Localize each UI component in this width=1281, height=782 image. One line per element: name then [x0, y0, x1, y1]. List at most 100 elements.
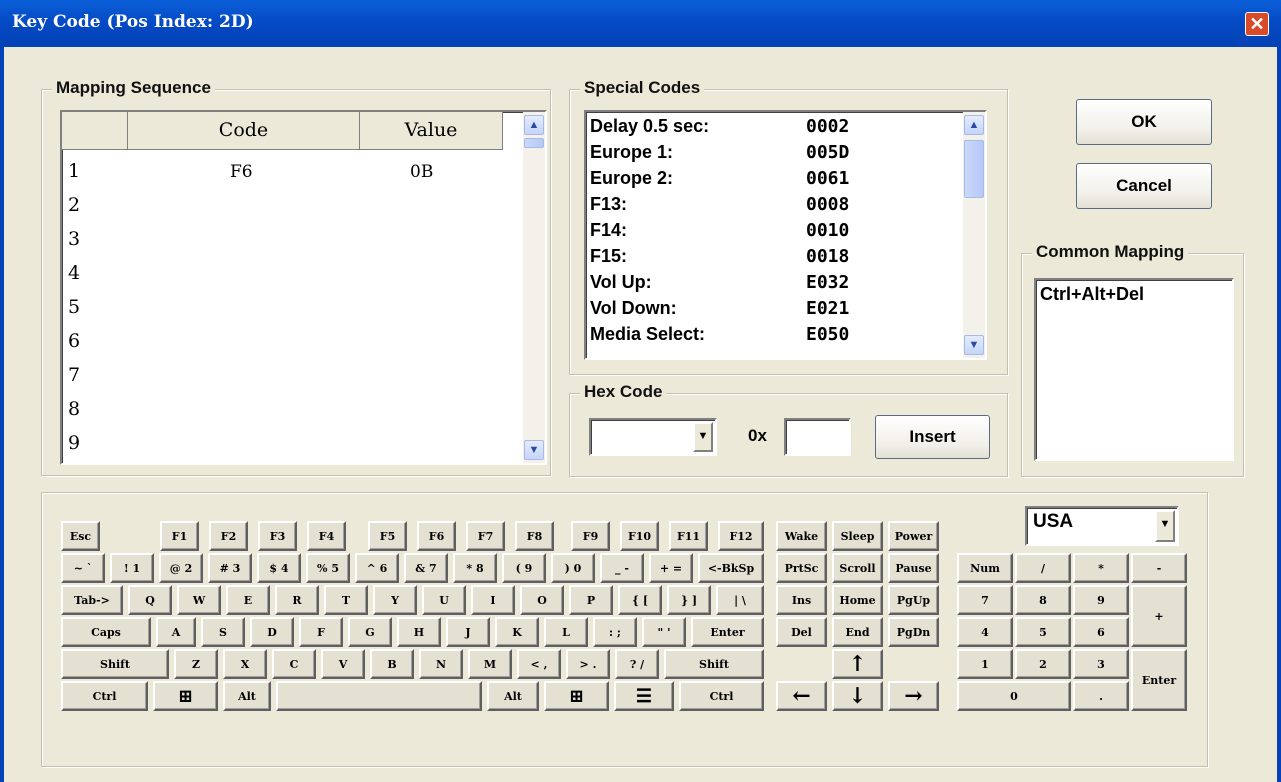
key-f7[interactable]: F7 — [466, 521, 505, 551]
key-num-divide[interactable]: / — [1015, 553, 1071, 583]
key-a[interactable]: A — [156, 617, 196, 647]
key-period[interactable]: > . — [566, 649, 610, 679]
list-item[interactable]: Vol Down: — [590, 298, 677, 319]
key-6[interactable]: ^ 6 — [355, 553, 399, 583]
key-pause[interactable]: Pause — [888, 553, 939, 583]
key-o[interactable]: O — [520, 585, 564, 615]
key-w[interactable]: W — [177, 585, 221, 615]
key-backspace[interactable]: <-BkSp — [698, 553, 764, 583]
list-item[interactable]: Europe 2: — [590, 168, 673, 189]
key-u[interactable]: U — [422, 585, 466, 615]
key-f4[interactable]: F4 — [307, 521, 346, 551]
keyboard-layout-select[interactable]: USA ▼ — [1025, 506, 1179, 546]
key-minus[interactable]: _ - — [600, 553, 644, 583]
key-end[interactable]: End — [832, 617, 883, 647]
key-num-subtract[interactable]: - — [1131, 553, 1187, 583]
key-del[interactable]: Del — [776, 617, 827, 647]
key-right-shift[interactable]: Shift — [664, 649, 764, 679]
key-esc[interactable]: Esc — [61, 521, 100, 551]
key-q[interactable]: Q — [128, 585, 172, 615]
key-f2[interactable]: F2 — [209, 521, 248, 551]
key-3[interactable]: # 3 — [208, 553, 252, 583]
key-num-6[interactable]: 6 — [1073, 617, 1129, 647]
key-comma[interactable]: < , — [517, 649, 561, 679]
key-v[interactable]: V — [321, 649, 365, 679]
key-f[interactable]: F — [299, 617, 343, 647]
key-f8[interactable]: F8 — [515, 521, 554, 551]
key-num-enter[interactable]: Enter — [1131, 649, 1187, 711]
key-4[interactable]: $ 4 — [257, 553, 301, 583]
key-l[interactable]: L — [544, 617, 588, 647]
hex-value-input[interactable] — [784, 418, 851, 456]
key-0[interactable]: ) 0 — [551, 553, 595, 583]
list-item[interactable]: Europe 1: — [590, 142, 673, 163]
key-f1[interactable]: F1 — [160, 521, 199, 551]
key-f5[interactable]: F5 — [368, 521, 407, 551]
row1-code-cell[interactable]: F6 — [230, 162, 253, 182]
key-right-alt[interactable]: Alt — [487, 681, 539, 711]
key-num-4[interactable]: 4 — [957, 617, 1013, 647]
key-j[interactable]: J — [446, 617, 490, 647]
common-mapping-list[interactable]: Ctrl+Alt+Del — [1034, 278, 1234, 461]
key-caps[interactable]: Caps — [61, 617, 151, 647]
key-backslash[interactable]: | \ — [716, 585, 764, 615]
list-item[interactable]: F15: — [590, 246, 627, 267]
key-left-ctrl[interactable]: Ctrl — [61, 681, 148, 711]
key-slash[interactable]: ? / — [615, 649, 659, 679]
key-tab[interactable]: Tab-> — [61, 585, 123, 615]
key-k[interactable]: K — [495, 617, 539, 647]
key-left-alt[interactable]: Alt — [223, 681, 271, 711]
key-num-add[interactable]: + — [1131, 585, 1187, 647]
grid-header-value[interactable]: Value — [360, 112, 503, 150]
key-f9[interactable]: F9 — [571, 521, 610, 551]
key-num-1[interactable]: 1 — [957, 649, 1013, 679]
key-num-5[interactable]: 5 — [1015, 617, 1071, 647]
key-wake[interactable]: Wake — [776, 521, 827, 551]
cancel-button[interactable]: Cancel — [1076, 163, 1212, 209]
key-pgdn[interactable]: PgDn — [888, 617, 939, 647]
key-pgup[interactable]: PgUp — [888, 585, 939, 615]
arrow-down-icon[interactable]: ↓ — [832, 681, 883, 711]
key-num-3[interactable]: 3 — [1073, 649, 1129, 679]
key-equal[interactable]: + = — [649, 553, 693, 583]
key-right-ctrl[interactable]: Ctrl — [679, 681, 764, 711]
key-f6[interactable]: F6 — [417, 521, 456, 551]
key-p[interactable]: P — [569, 585, 613, 615]
key-b[interactable]: B — [370, 649, 414, 679]
key-i[interactable]: I — [471, 585, 515, 615]
mapping-scrollbar[interactable]: ▲ ▼ — [523, 112, 545, 463]
key-space[interactable] — [276, 681, 482, 711]
arrow-up-icon[interactable]: ↑ — [832, 649, 883, 679]
key-semicolon[interactable]: : ; — [593, 617, 637, 647]
key-sleep[interactable]: Sleep — [832, 521, 883, 551]
key-e[interactable]: E — [226, 585, 270, 615]
key-2[interactable]: @ 2 — [159, 553, 203, 583]
key-quote[interactable]: " ' — [642, 617, 686, 647]
key-num-9[interactable]: 9 — [1073, 585, 1129, 615]
key-h[interactable]: H — [397, 617, 441, 647]
key-num-0[interactable]: 0 — [957, 681, 1071, 711]
key-num-decimal[interactable]: . — [1073, 681, 1129, 711]
key-8[interactable]: * 8 — [453, 553, 497, 583]
key-f12[interactable]: F12 — [718, 521, 764, 551]
scroll-up-icon[interactable]: ▲ — [964, 115, 984, 135]
key-tilde[interactable]: ~ ` — [61, 553, 105, 583]
key-1[interactable]: ! 1 — [110, 553, 154, 583]
scroll-up-icon[interactable]: ▲ — [524, 115, 544, 135]
hex-code-combo[interactable]: ▼ — [589, 418, 717, 456]
key-num-7[interactable]: 7 — [957, 585, 1013, 615]
special-codes-list[interactable]: Delay 0.5 sec: 0002 Europe 1: 005D Europe … — [584, 110, 987, 360]
key-scroll[interactable]: Scroll — [832, 553, 883, 583]
key-numlock[interactable]: Num — [957, 553, 1013, 583]
key-f3[interactable]: F3 — [258, 521, 297, 551]
key-enter[interactable]: Enter — [691, 617, 764, 647]
scroll-thumb[interactable] — [524, 138, 544, 148]
key-num-2[interactable]: 2 — [1015, 649, 1071, 679]
key-5[interactable]: % 5 — [306, 553, 350, 583]
key-prtsc[interactable]: PrtSc — [776, 553, 827, 583]
list-item[interactable]: F13: — [590, 194, 627, 215]
windows-key-icon[interactable]: ⊞ — [153, 681, 218, 711]
mapping-grid[interactable]: Code Value 1 2 3 4 5 6 7 8 9 F6 0B ▲ ▼ — [60, 110, 547, 465]
key-f11[interactable]: F11 — [669, 521, 708, 551]
insert-button[interactable]: Insert — [875, 415, 990, 459]
